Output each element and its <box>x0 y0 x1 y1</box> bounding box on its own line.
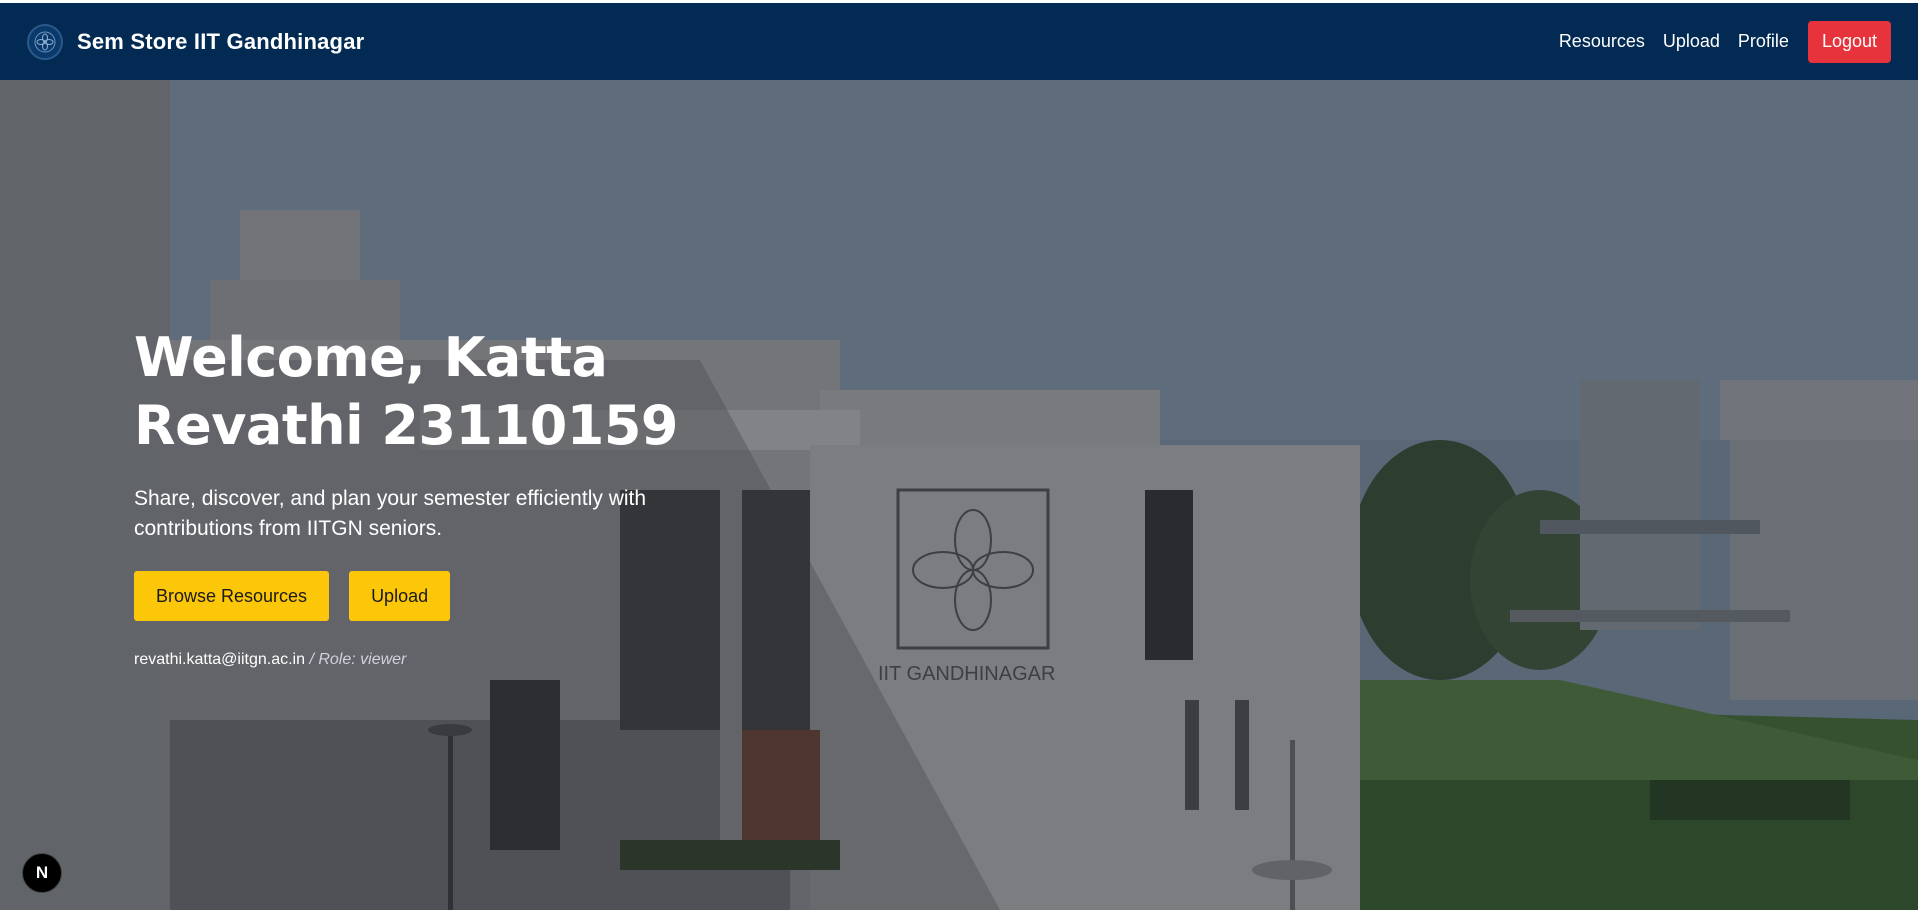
nav-resources-link[interactable]: Resources <box>1559 31 1645 52</box>
navbar: Sem Store IIT Gandhinagar Resources Uplo… <box>0 3 1918 80</box>
welcome-heading: Welcome, Katta Revathi 23110159 <box>134 326 679 457</box>
nav-links: Resources Upload Profile Logout <box>1541 20 1891 63</box>
browse-resources-button[interactable]: Browse Resources <box>134 571 330 621</box>
hero-section: IIT GANDHINAGAR Welcome, Katta Revathi 2… <box>0 80 1918 910</box>
hero-content: Welcome, Katta Revathi 23110159 Share, d… <box>134 324 834 669</box>
upload-button[interactable]: Upload <box>349 571 451 621</box>
nav-upload-link[interactable]: Upload <box>1663 31 1720 52</box>
user-email: revathi.katta@iitgn.ac.in <box>134 651 305 668</box>
hero-subtitle: Share, discover, and plan your semester … <box>134 487 647 540</box>
user-role: / Role: viewer <box>309 651 407 668</box>
iitgn-logo-icon <box>27 23 63 60</box>
brand-title: Sem Store IIT Gandhinagar <box>77 28 365 54</box>
nav-profile-link[interactable]: Profile <box>1738 31 1789 52</box>
brand[interactable]: Sem Store IIT Gandhinagar <box>27 23 365 60</box>
nextjs-badge-icon[interactable]: N <box>22 853 62 893</box>
hero-buttons: Browse Resources Upload <box>134 571 834 621</box>
logout-button[interactable]: Logout <box>1807 20 1891 63</box>
user-info: revathi.katta@iitgn.ac.in / Role: viewer <box>134 651 834 669</box>
